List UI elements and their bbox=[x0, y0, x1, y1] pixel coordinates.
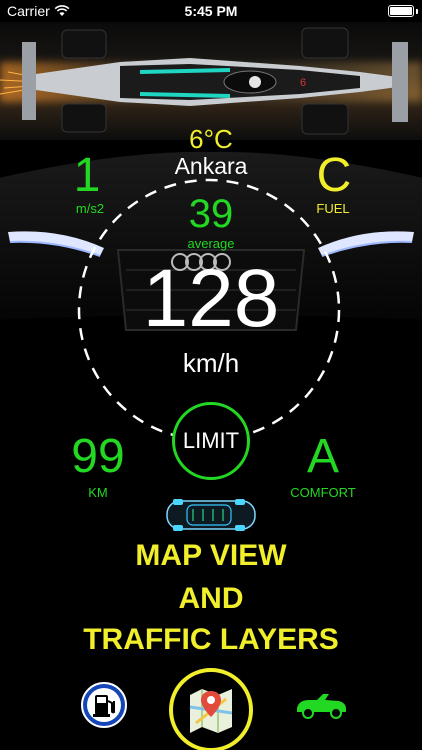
comfort-readout: A bbox=[298, 433, 348, 481]
promo-line-2: AND bbox=[178, 582, 244, 615]
distance-value: 99 bbox=[71, 430, 125, 483]
status-time: 5:45 PM bbox=[184, 3, 238, 19]
svg-text:6: 6 bbox=[300, 77, 306, 89]
comfort-label: COMFORT bbox=[290, 485, 356, 500]
comfort-grade: A bbox=[306, 430, 339, 483]
convertible-car-icon[interactable] bbox=[293, 686, 349, 722]
limit-button-label: LIMIT bbox=[182, 428, 240, 453]
gas-pump-icon[interactable] bbox=[80, 681, 128, 729]
promo-line-1: MAP VIEW bbox=[135, 539, 287, 572]
car-xray-icon bbox=[166, 499, 256, 531]
promo-line-3: TRAFFIC LAYERS bbox=[83, 623, 339, 656]
status-bar: Carrier 5:45 PM bbox=[0, 0, 422, 22]
average-speed-value: 39 bbox=[188, 192, 234, 236]
average-speed-label: average bbox=[187, 236, 235, 251]
current-speed-value: 128 bbox=[142, 253, 280, 344]
distance-unit: KM bbox=[88, 485, 108, 500]
race-car-image: 6 bbox=[0, 27, 408, 135]
limit-button[interactable]: LIMIT bbox=[172, 402, 250, 480]
race-car-banner: 6 bbox=[0, 22, 422, 140]
temperature-value: 6°C bbox=[189, 124, 233, 154]
map-pin-icon[interactable] bbox=[168, 667, 254, 750]
battery-icon bbox=[388, 5, 414, 17]
battery-tip bbox=[416, 9, 418, 14]
speed-unit: km/h bbox=[182, 348, 240, 378]
distance-readout: 99 bbox=[58, 433, 138, 481]
